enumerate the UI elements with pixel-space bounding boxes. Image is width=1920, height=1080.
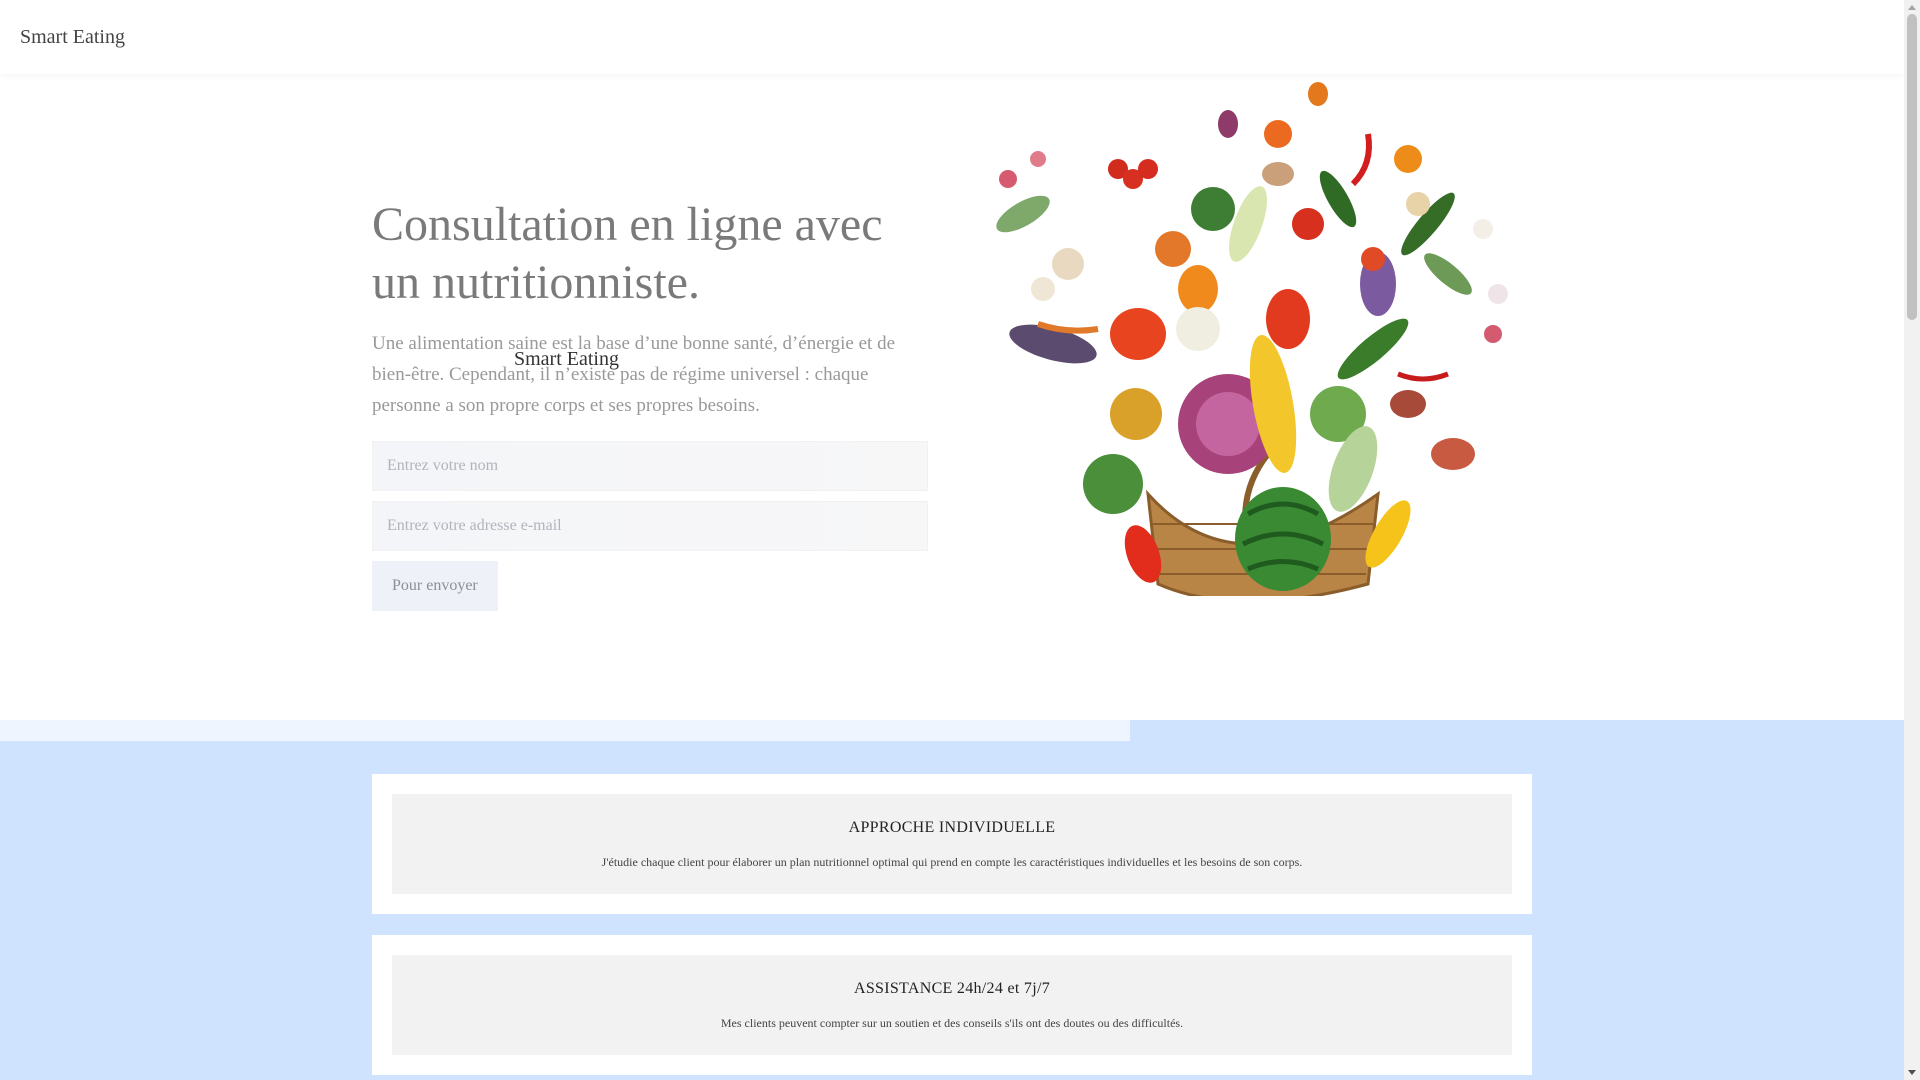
overlay-brand: Smart Eating (514, 348, 619, 370)
hero-description: Une alimentation saine est la base d’une… (372, 328, 928, 421)
scroll-up-icon[interactable] (1904, 0, 1920, 14)
page: Consultation en ligne avec un nutritionn… (0, 0, 1904, 1080)
hero-text: Consultation en ligne avec un nutritionn… (372, 196, 928, 611)
feature-card-individual-approach: APPROCHE INDIVIDUELLE J'étudie chaque cl… (372, 774, 1532, 914)
send-button[interactable]: Pour envoyer (372, 561, 498, 611)
hero-title: Consultation en ligne avec un nutritionn… (372, 198, 883, 309)
viewport: Consultation en ligne avec un nutritionn… (0, 0, 1920, 1080)
contact-form: Pour envoyer (372, 441, 928, 611)
scroll-down-icon[interactable] (1904, 1066, 1920, 1080)
hero-description-text: Une alimentation saine est la base d’une… (372, 333, 896, 416)
site-header: Smart Eating (0, 0, 1904, 74)
hero-section: Consultation en ligne avec un nutritionn… (0, 74, 1904, 720)
vertical-scrollbar[interactable] (1904, 0, 1920, 1080)
feature-card-inner: APPROCHE INDIVIDUELLE J'étudie chaque cl… (392, 794, 1512, 894)
feature-card-assistance: ASSISTANCE 24h/24 et 7j/7 Mes clients pe… (372, 935, 1532, 1075)
feature-description: Mes clients peuvent compter sur un souti… (720, 1015, 1184, 1030)
name-input[interactable] (372, 441, 928, 491)
feature-title: ASSISTANCE 24h/24 et 7j/7 (853, 979, 1050, 997)
feature-description: J'étudie chaque client pour élaborer un … (601, 854, 1303, 869)
vegetables-basket-image (996, 82, 1508, 596)
brand-logo[interactable]: Smart Eating (20, 26, 125, 49)
scrollbar-thumb[interactable] (1907, 14, 1917, 320)
feature-card-inner: ASSISTANCE 24h/24 et 7j/7 Mes clients pe… (392, 955, 1512, 1055)
email-input[interactable] (372, 501, 928, 551)
feature-title: APPROCHE INDIVIDUELLE (848, 818, 1056, 836)
